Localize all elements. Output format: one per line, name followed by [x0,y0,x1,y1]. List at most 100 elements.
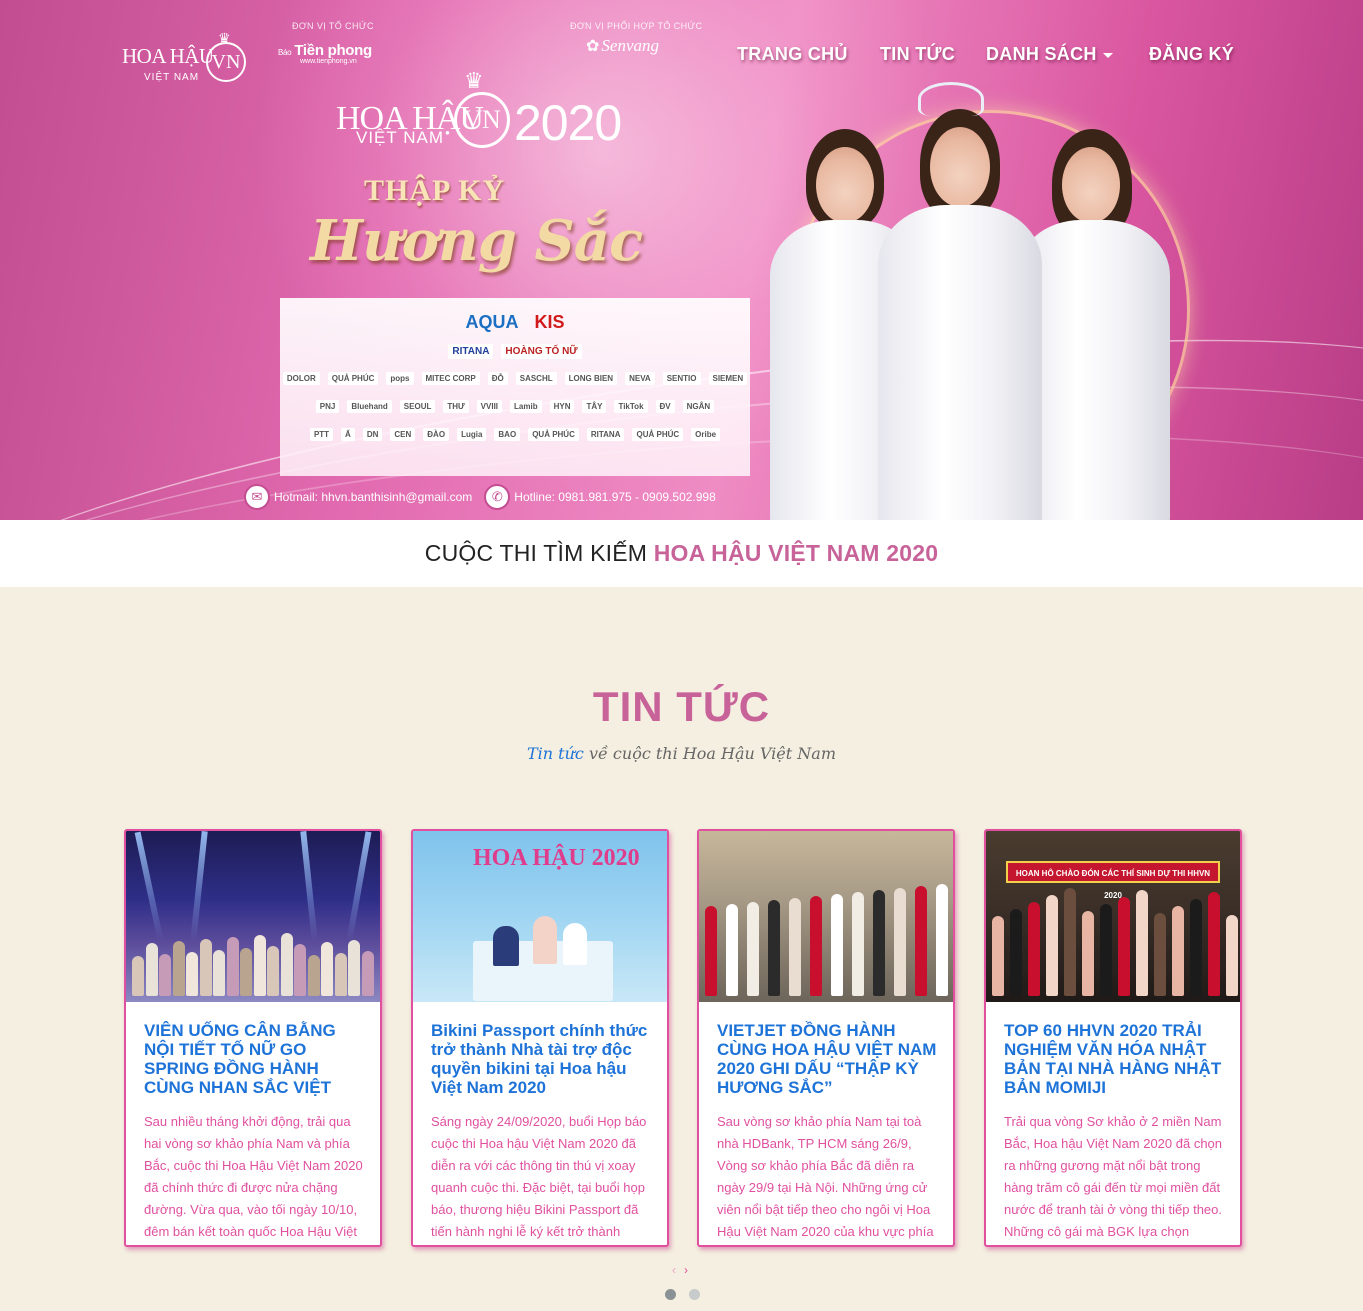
crowd-figure [1064,888,1076,996]
organizer-prefix: Báo [278,48,292,57]
carousel-dot[interactable] [689,1289,700,1300]
carousel-arrows: ‹› [672,1263,696,1277]
sponsor-logo: BAO [494,428,521,441]
crowd-figure [361,951,374,996]
sponsor-logo: Oribe [691,428,721,441]
nav-item-danh-sach[interactable]: DANH SÁCH [986,44,1113,65]
tagline-highlight: HOA HẬU VIỆT NAM 2020 [653,540,939,566]
slogan-line-2: Hương Sắc [310,208,643,274]
crowd-figure [1100,904,1112,996]
contact-bar: ✉ Hotmail: hhvn.banthisinh@gmail.com ✆ H… [244,483,728,511]
slogan-line-1: THẬP KỶ [364,174,506,207]
news-card-image[interactable] [699,831,953,1002]
logo-title: HOA HẬU [122,44,214,68]
event-year: 2020 [514,95,622,151]
sponsor-logo: HYN [549,400,575,413]
crowd-figure [307,955,320,996]
subtitle-link[interactable]: Tin tức [527,744,584,763]
tiara-icon [918,82,984,116]
co-organizer-label: ĐƠN VỊ PHỐI HỢP TỔ CHỨC [570,21,703,31]
sponsor-logo: DOLOR [282,372,320,385]
organizer-name: Tiền phong [294,42,372,59]
sponsor-logo: RITANA [586,428,625,441]
crowd-figure [334,953,347,996]
crowd-figure [240,948,252,996]
crowd-figure [145,943,158,996]
carousel-dot-active[interactable] [665,1289,676,1300]
hotmail-text[interactable]: Hotmail: hhvn.banthisinh@gmail.com [274,490,472,504]
crowd-figure [172,941,185,996]
slogan: THẬP KỶ Hương Sắc [310,168,650,293]
crowd-figure [768,900,780,996]
news-card-excerpt: Trải qua vòng Sơ khảo ở 2 miền Nam Bắc, … [1004,1114,1223,1239]
sponsor-logo: KIS [534,312,565,332]
news-card-image[interactable]: HOA HẬU 2020 [413,831,667,1002]
crowd-figure [267,946,279,996]
event-title: ♛ HOA HẬU VIỆT NAM VN 2020 [336,68,636,162]
phone-icon: ✆ [484,484,511,510]
crowd-figure [226,937,239,996]
sponsor-logo: LONG BIEN [564,372,618,385]
crowd-figure [321,942,333,996]
news-card[interactable]: HOA HẬU 2020 Bikini Passport chính thức … [411,829,669,1247]
sponsor-row: PTT Ấ DN CEN ĐÀO Lugia BAO QUẢ PHÚC RITANA QUẢ PH… [280,428,750,441]
crowd-figure [213,950,225,996]
nav-item-dang-ky[interactable]: ĐĂNG KÝ [1149,44,1234,65]
crowd-figure [1046,895,1058,996]
news-card[interactable]: VIETJET ĐỒNG HÀNH CÙNG HOA HẬU VIỆT NAM … [697,829,955,1247]
news-card-title[interactable]: VIÊN UỐNG CÂN BẰNG NỘI TIẾT TỐ NỮ GO SPR… [144,1021,366,1097]
sponsor-logo: AQUA [465,312,519,332]
crowd-figure [1172,906,1184,996]
section-title: TIN TỨC [592,683,771,730]
sponsor-logo: TikTok [614,400,648,413]
sponsor-logo: Bluehand [347,400,392,413]
tagline-prefix: CUỘC THI TÌM KIẾM [424,540,654,566]
news-card-title[interactable]: TOP 60 HHVN 2020 TRẢI NGHIỆM VĂN HÓA NHẬ… [1004,1021,1226,1097]
crowd-figure [348,940,360,996]
image-banner-text: HOAN HÔ CHÀO ĐÓN CÁC THÍ SINH DỰ THI HHV… [1006,861,1220,900]
sponsor-logo: TÂY [582,400,607,413]
sponsor-logo: PTT [309,428,334,441]
crowd-figure [253,935,266,996]
lotus-icon: ✿ [586,38,600,55]
sponsor-logo: ĐỖ [487,372,508,385]
sponsor-row: DOLOR QUẢ PHÚC pops MITEC CORP ĐỖ SASCHL LONG … [280,372,750,385]
site-logo[interactable]: HOA HẬU VIỆT NAM ♛ VN [122,30,252,90]
news-card-excerpt: Sáng ngày 24/09/2020, buổi Họp báo cuộc … [431,1114,647,1239]
crowd-figure [726,904,738,996]
sponsor-logo: MITEC CORP [421,372,480,385]
next-arrow-icon[interactable]: › [684,1263,696,1277]
sponsor-logo: ĐV [655,400,675,413]
logo-mark: VN [206,42,246,82]
hotline-text[interactable]: Hotline: 0981.981.975 - 0909.502.998 [514,490,716,504]
news-card-title[interactable]: Bikini Passport chính thức trở thành Nhà… [431,1021,653,1097]
news-card-title[interactable]: VIETJET ĐỒNG HÀNH CÙNG HOA HẬU VIỆT NAM … [717,1021,939,1097]
nav-item-trang-chu[interactable]: TRANG CHỦ [737,44,848,65]
news-card-image[interactable]: HOAN HÔ CHÀO ĐÓN CÁC THÍ SINH DỰ THI HHV… [986,831,1240,1002]
news-card-excerpt: Sau nhiều tháng khởi động, trải qua hai … [144,1114,363,1239]
crowd-figure [1118,897,1130,996]
crowd-figure [894,888,906,996]
sponsor-logo: NEVA [625,372,655,385]
image-text: HOA HẬU 2020 [473,845,640,871]
news-card-excerpt: Sau vòng sơ khảo phía Nam tại toà nhà HD… [717,1114,934,1239]
prev-arrow-icon[interactable]: ‹ [672,1263,684,1277]
crowd-figure [789,898,801,996]
crowd-figure [1226,915,1238,996]
crowd-figure [992,916,1004,996]
crowd-figure [831,894,843,996]
sponsor-logo: QUẢ PHÚC [528,428,579,441]
crowd-figure [705,906,717,996]
sponsor-logo: SASCHL [515,372,557,385]
sponsor-logo: ĐÀO [423,428,450,441]
crowd-figure [294,944,306,996]
sponsor-logo: CEN [390,428,416,441]
sponsor-row: AQUA KIS [280,312,750,333]
news-card[interactable]: HOAN HÔ CHÀO ĐÓN CÁC THÍ SINH DỰ THI HHV… [984,829,1242,1247]
sponsor-logo: RITANA [448,344,494,359]
news-card-image[interactable] [126,831,380,1002]
nav-item-danh-sach-label: DANH SÁCH [986,44,1097,64]
nav-item-tin-tuc[interactable]: TIN TỨC [880,44,955,65]
co-organizer-logo: ✿ Senvang [586,36,659,56]
news-card[interactable]: VIÊN UỐNG CÂN BẰNG NỘI TIẾT TỐ NỮ GO SPR… [124,829,382,1247]
